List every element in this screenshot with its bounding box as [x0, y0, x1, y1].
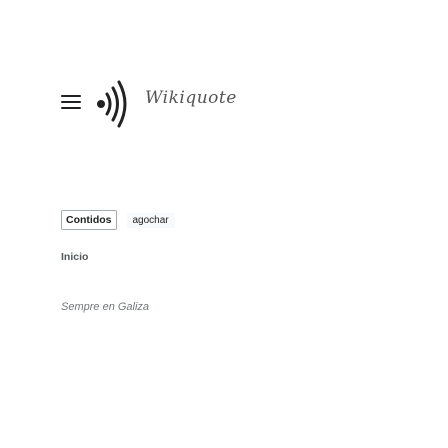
- sound-waves-logo-icon: [97, 80, 127, 128]
- page: Wikiquote Contidos agochar Inicio Sempre…: [0, 0, 448, 448]
- tagline: Sempre en Galiza: [61, 301, 150, 313]
- header: Wikiquote: [0, 0, 448, 160]
- toc-toggle-button[interactable]: agochar: [126, 212, 175, 228]
- wordmark: Wikiquote: [145, 88, 237, 108]
- logo-link[interactable]: Wikiquote: [95, 78, 295, 128]
- toc-item-inicio[interactable]: Inicio: [61, 251, 88, 263]
- toc-title: Contidos: [61, 210, 117, 230]
- hamburger-menu-icon[interactable]: [61, 95, 81, 109]
- toc-header: Contidos agochar: [61, 209, 175, 231]
